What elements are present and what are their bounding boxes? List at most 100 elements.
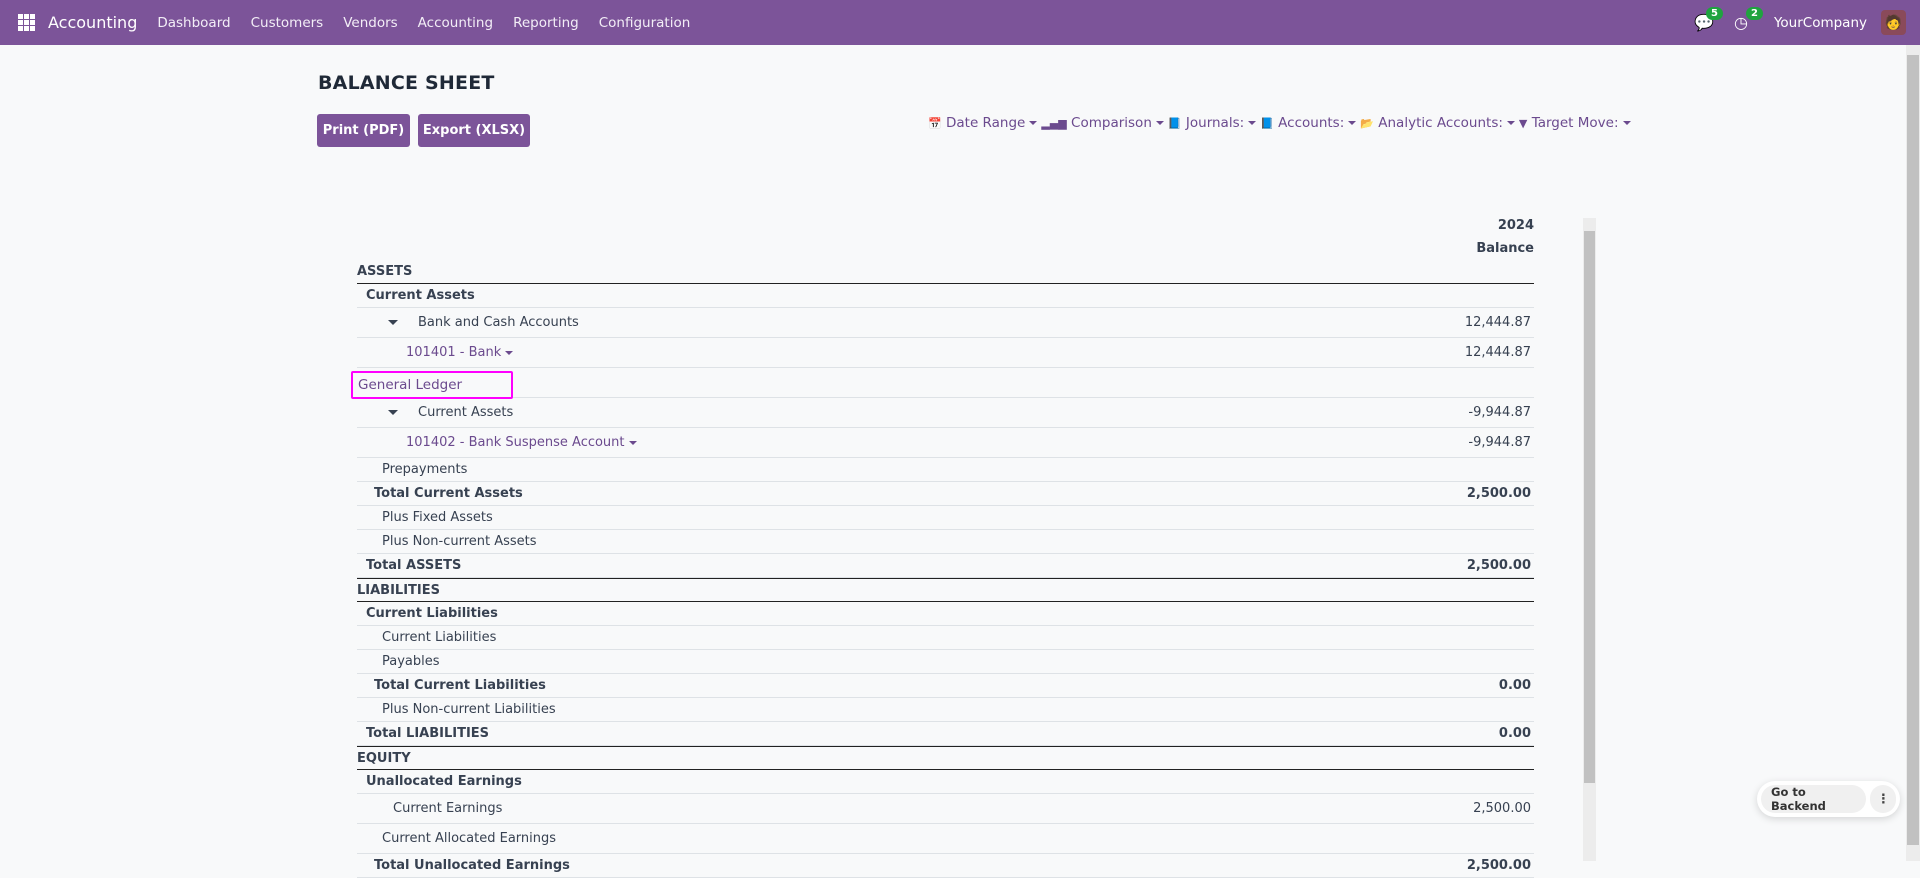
messages-button[interactable]: 💬 5	[1694, 6, 1723, 33]
report-row: Total LIABILITIES 0.00	[357, 722, 1534, 746]
row-label: Payables	[382, 654, 440, 669]
caret-down-icon	[1248, 121, 1257, 125]
row-label: Total LIABILITIES	[366, 726, 490, 741]
row-amount: 12,444.87	[1464, 315, 1531, 330]
caret-down-icon[interactable]	[388, 320, 398, 325]
row-amount: 2,500.00	[1466, 858, 1531, 873]
menu-customers[interactable]: Customers	[251, 15, 324, 31]
report-row: Total ASSETS 2,500.00	[357, 554, 1534, 578]
report-scrollbar[interactable]	[1583, 218, 1596, 861]
report-row: Payables	[357, 650, 1534, 674]
row-label: Plus Fixed Assets	[382, 510, 493, 525]
row-label: LIABILITIES	[357, 582, 440, 598]
row-label: Current Liabilities	[382, 630, 497, 645]
book-icon: 📘	[1260, 117, 1274, 130]
caret-down-icon[interactable]	[505, 350, 514, 355]
caret-down-icon[interactable]	[628, 440, 637, 445]
row-amount: -9,944.87	[1468, 405, 1531, 420]
report-row: Current Liabilities	[357, 626, 1534, 650]
row-label: Current Liabilities	[366, 606, 498, 621]
report-row: Total Unallocated Earnings 2,500.00	[357, 854, 1534, 878]
report-row: Current Earnings 2,500.00	[357, 794, 1534, 824]
account-row[interactable]: 101401 - Bank 12,444.87	[357, 338, 1534, 368]
report-row: Unallocated Earnings	[357, 770, 1534, 794]
page-scrollbar[interactable]	[1906, 45, 1920, 861]
caret-down-icon	[1506, 121, 1515, 125]
row-label: Unallocated Earnings	[366, 774, 522, 789]
row-amount: 12,444.87	[1464, 345, 1531, 360]
report-row[interactable]: Current Assets -9,944.87	[357, 398, 1534, 428]
book-icon: 📘	[1167, 117, 1182, 130]
go-to-backend-button[interactable]: Go to Backend	[1761, 785, 1867, 813]
folder-open-icon: 📂	[1360, 117, 1374, 130]
row-amount: 2,500.00	[1473, 801, 1531, 816]
row-label[interactable]: 101401 - Bank	[406, 345, 501, 360]
report-row: Total Current Liabilities 0.00	[357, 674, 1534, 698]
menu-configuration[interactable]: Configuration	[599, 15, 691, 31]
app-name[interactable]: Accounting	[48, 13, 137, 32]
report-row: LIABILITIES	[357, 578, 1534, 602]
report-row: Current Liabilities	[357, 602, 1534, 626]
page-title: BALANCE SHEET	[318, 72, 495, 94]
apps-grid-icon[interactable]	[18, 14, 35, 31]
filter-journals[interactable]: 📘 Journals:	[1167, 115, 1257, 131]
row-label: Plus Non-current Liabilities	[382, 702, 556, 717]
balance-sheet-report: 2024 Balance ASSETS Current Assets Bank an…	[357, 214, 1534, 878]
report-row: Plus Non-current Liabilities	[357, 698, 1534, 722]
row-amount: 0.00	[1498, 726, 1531, 741]
row-label: EQUITY	[357, 750, 411, 766]
menu-vendors[interactable]: Vendors	[343, 15, 397, 31]
row-label: Current Earnings	[393, 801, 503, 816]
print-pdf-button[interactable]: Print (PDF)	[317, 114, 410, 147]
report-row: EQUITY	[357, 746, 1534, 770]
row-amount: 2,500.00	[1466, 558, 1531, 573]
row-label: Total Unallocated Earnings	[374, 858, 570, 873]
row-label: Total ASSETS	[366, 558, 462, 573]
report-row	[357, 368, 1534, 398]
report-row[interactable]: Bank and Cash Accounts 12,444.87	[357, 308, 1534, 338]
menu-reporting[interactable]: Reporting	[513, 15, 579, 31]
filter-target-move[interactable]: ▼ Target Move:	[1519, 115, 1631, 131]
kebab-icon[interactable]: ⋮	[1870, 785, 1896, 813]
row-label: Total Current Liabilities	[374, 678, 546, 693]
report-row: Plus Non-current Assets	[357, 530, 1534, 554]
calendar-icon: 📅	[928, 117, 942, 130]
company-switcher[interactable]: YourCompany	[1774, 15, 1867, 31]
row-label: Current Allocated Earnings	[382, 831, 557, 846]
filter-bar: 📅 Date Range ▂▄▆ Comparison 📘 Journals: 📘 A…	[928, 115, 1635, 131]
caret-down-icon	[1029, 121, 1038, 125]
column-year: 2024	[1497, 218, 1534, 233]
user-avatar[interactable]: 🧑	[1881, 10, 1906, 35]
filter-accounts[interactable]: 📘 Accounts:	[1260, 115, 1357, 131]
row-label[interactable]: 101402 - Bank Suspense Account	[406, 435, 625, 450]
account-row[interactable]: 101402 - Bank Suspense Account -9,944.87	[357, 428, 1534, 458]
messages-badge: 5	[1705, 6, 1723, 20]
caret-down-icon	[1622, 121, 1631, 125]
row-label: Current Assets	[418, 405, 514, 420]
row-amount: 0.00	[1498, 678, 1531, 693]
caret-down-icon[interactable]	[388, 410, 398, 415]
menu-accounting[interactable]: Accounting	[418, 15, 493, 31]
report-row: Current Assets	[357, 284, 1534, 308]
row-amount: 2,500.00	[1466, 486, 1531, 501]
report-row: Current Allocated Earnings	[357, 824, 1534, 854]
general-ledger-menu-item[interactable]: General Ledger	[351, 371, 513, 399]
row-label: ASSETS	[357, 264, 413, 279]
caret-down-icon	[1155, 121, 1164, 125]
row-label: Current Assets	[366, 288, 475, 303]
filter-analytic-accounts[interactable]: 📂 Analytic Accounts:	[1360, 115, 1515, 131]
backend-widget: Go to Backend ⋮	[1757, 781, 1900, 817]
activities-button[interactable]: ◷ 2	[1734, 6, 1763, 33]
row-label: Plus Non-current Assets	[382, 534, 537, 549]
row-label: Prepayments	[382, 462, 468, 477]
filter-comparison[interactable]: ▂▄▆ Comparison	[1041, 115, 1164, 131]
report-row: Total Current Assets 2,500.00	[357, 482, 1534, 506]
menu-dashboard[interactable]: Dashboard	[157, 15, 230, 31]
caret-down-icon	[1348, 121, 1357, 125]
bar-chart-icon: ▂▄▆	[1041, 117, 1067, 130]
filter-icon: ▼	[1518, 117, 1528, 130]
report-row: ASSETS	[357, 260, 1534, 284]
activities-badge: 2	[1745, 6, 1763, 20]
export-xlsx-button[interactable]: Export (XLSX)	[418, 114, 530, 147]
filter-date-range[interactable]: 📅 Date Range	[928, 115, 1038, 131]
